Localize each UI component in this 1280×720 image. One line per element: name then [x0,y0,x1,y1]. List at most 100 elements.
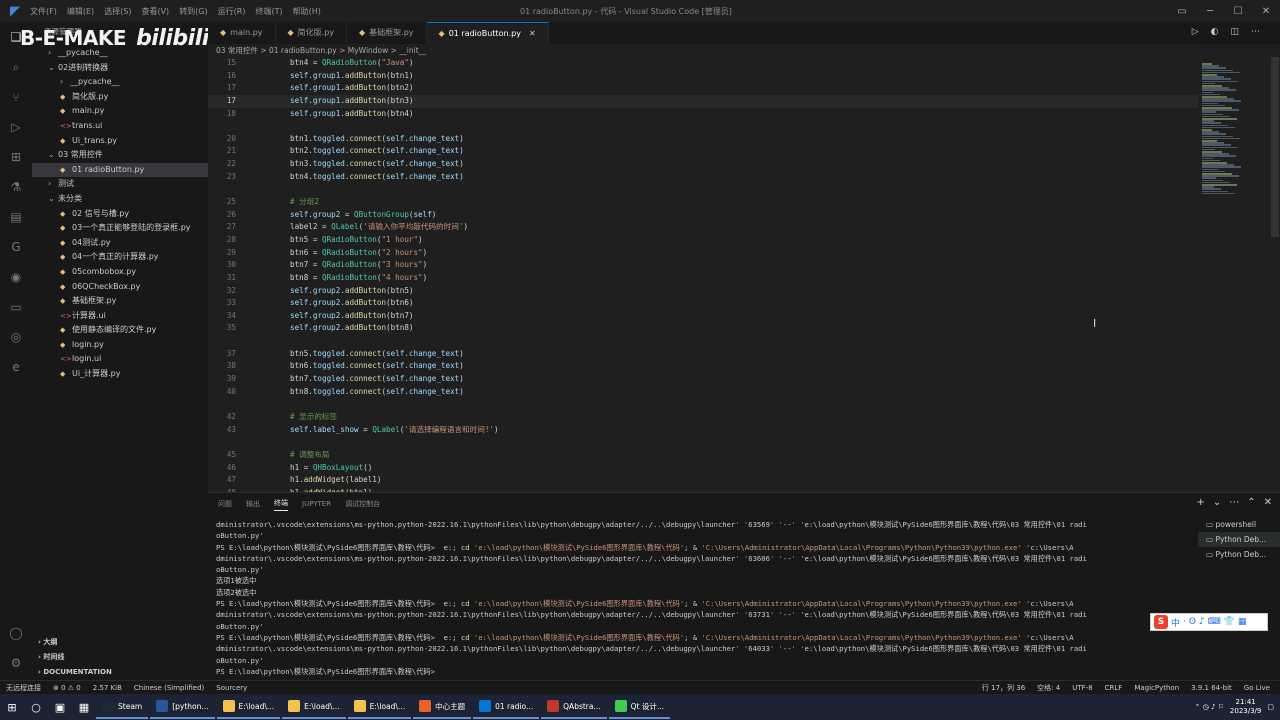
taskbar-app[interactable]: Steam [96,695,149,719]
tree-item[interactable]: ◆ main.py [32,104,208,119]
code-line[interactable]: 17 self.group1.addButton(btn3) [208,94,1198,108]
tree-item[interactable]: › 测试 [32,177,208,192]
ime-item[interactable]: · [1183,617,1186,627]
terminal-output[interactable]: dministrator\.vscode\extensions\ms-pytho… [216,519,1186,677]
minimap[interactable] [1198,57,1270,492]
grid-icon[interactable]: ▦ [1238,617,1247,627]
code-line[interactable]: 16 self.group1.addButton(btn1) [208,70,1198,83]
close-panel-icon[interactable]: ✕ [1264,497,1272,508]
github-icon[interactable]: ◉ [7,268,25,286]
menu-item[interactable]: 选择(S) [104,6,131,17]
code-line[interactable] [208,398,1198,411]
keyboard-icon[interactable]: ⌨ [1208,617,1221,627]
run-debug-icon[interactable]: ▷ [7,118,25,136]
account-icon[interactable]: ◯ [7,624,25,642]
tree-item[interactable]: ◆ 02 信号与槽.py [32,207,208,222]
code-line[interactable]: 21 btn2.toggled.connect(self.change_text) [208,145,1198,158]
code-line[interactable] [208,335,1198,348]
code-line[interactable]: 20 btn1.toggled.connect(self.change_text) [208,133,1198,146]
tree-item[interactable]: ⌄ 未分类 [32,192,208,207]
tree-item[interactable]: ◆ 04一个真正的计算器.py [32,250,208,265]
windows-start-icon[interactable]: ⊞ [0,695,24,719]
search-icon[interactable]: ⌕ [7,58,25,76]
clock[interactable]: 21:41 2023/3/9 [1230,698,1261,716]
taskbar-app[interactable]: Qt 设计... [608,695,671,719]
tree-item[interactable]: ⌄ 03 常用控件 [32,148,208,163]
code-line[interactable]: 29 btn6 = QRadioButton("2 hours") [208,247,1198,260]
new-terminal-icon[interactable]: + [1196,497,1204,508]
status-item[interactable]: 2.57 KiB [93,681,122,695]
panel-tab[interactable]: 输出 [246,499,260,509]
breadcrumb[interactable]: 03 常用控件 > 01 radioButton.py > MyWindow >… [208,44,1198,57]
tray-icons[interactable]: ⌃ ◷ ♪ ⚐ [1195,703,1224,711]
code-line[interactable]: 39 btn7.toggled.connect(self.change_text) [208,373,1198,386]
sidebar-section[interactable]: › 时间线 [32,650,208,665]
scrollbar-thumb[interactable] [1271,57,1279,237]
remote-icon[interactable]: ◎ [7,328,25,346]
editor-tab[interactable]: ◆ 基础框架.py [347,22,427,44]
taskbar-app[interactable]: 中心主题 [413,695,472,719]
ime-item[interactable]: 中 [1171,616,1180,629]
status-item[interactable]: ⊗ 0 ⚠ 0 [53,681,81,695]
code-line[interactable]: 33 self.group2.addButton(btn6) [208,297,1198,310]
code-line[interactable]: 22 btn3.toggled.connect(self.change_text) [208,158,1198,171]
notification-icon[interactable]: ▢ [1267,703,1274,711]
code-line[interactable]: 28 btn5 = QRadioButton("1 hour") [208,234,1198,247]
tree-item[interactable]: ◆ Ui_trans.py [32,134,208,149]
status-item[interactable]: Sourcery [216,681,247,695]
code-line[interactable]: 26 self.group2 = QButtonGroup(self) [208,209,1198,222]
code-line[interactable] [208,120,1198,133]
panel-tab[interactable]: 问题 [218,499,232,509]
code-line[interactable] [208,183,1198,196]
editor-tab[interactable]: ◆ 01 radioButton.py ✕ [426,22,549,44]
panel-tab[interactable]: JUPYTER [302,500,331,508]
taskbar-app[interactable]: [python... [150,695,215,719]
code-line[interactable]: 18 self.group1.addButton(btn4) [208,108,1198,121]
notebook-icon[interactable]: ▤ [7,208,25,226]
tree-item[interactable]: ◆ 06QCheckBox.py [32,280,208,295]
terminal-instance[interactable]: ▭ Python Deb... [1198,547,1280,562]
ime-toolbar[interactable]: S 中 · ʘ ♪ ⌨ 👕 ▦ [1150,613,1268,631]
taskbar-app[interactable]: 01 radio... [473,695,540,719]
sidebar-section[interactable]: › DOCUMENTATION [32,665,208,680]
menu-item[interactable]: 文件(F) [30,6,57,17]
menu-item[interactable]: 运行(R) [218,6,246,17]
tree-item[interactable]: ◆ 03一个真正能够登陆的登录框.py [32,221,208,236]
tree-item[interactable]: <>计算器.ui [32,309,208,324]
folder-icon[interactable]: ▭ [7,298,25,316]
app-icon[interactable]: ▦ [72,695,96,719]
settings-gear-icon[interactable]: ⚙ [7,654,25,672]
minimize-icon[interactable]: ─ [1196,0,1224,22]
terminal-instance[interactable]: ▭ Python Deb... [1198,532,1280,547]
tree-item[interactable]: ◆ 01 radioButton.py [32,162,208,178]
tree-item[interactable]: ◆ Ui_计算器.py [32,367,208,382]
tree-item[interactable]: ⌄ 02进制转换器 [32,61,208,76]
code-line[interactable]: 23 btn4.toggled.connect(self.change_text) [208,171,1198,184]
code-line[interactable]: 25 # 分组2 [208,196,1198,209]
code-line[interactable]: 43 self.label_show = QLabel('请选择编程语言和时间!'… [208,424,1198,437]
code-line[interactable]: 40 btn8.toggled.connect(self.change_text) [208,386,1198,399]
code-line[interactable]: 30 btn7 = QRadioButton("3 hours") [208,259,1198,272]
close-icon[interactable]: ✕ [1252,0,1280,22]
panel-tab[interactable]: 调试控制台 [345,499,380,509]
code-line[interactable]: 31 btn8 = QRadioButton("4 hours") [208,272,1198,285]
menu-item[interactable]: 编辑(E) [67,6,94,17]
code-line[interactable]: 35 self.group2.addButton(btn8) [208,322,1198,335]
code-line[interactable]: 38 btn6.toggled.connect(self.change_text) [208,360,1198,373]
code-line[interactable]: 37 btn5.toggled.connect(self.change_text) [208,348,1198,361]
menu-item[interactable]: 终端(T) [255,6,282,17]
status-item[interactable]: Go Live [1244,681,1270,695]
status-item[interactable]: 3.9.1 64-bit [1191,681,1232,695]
status-item[interactable]: 无远程连接 [6,681,41,695]
editor-scrollbar[interactable] [1270,57,1280,492]
source-control-icon[interactable]: ⑂ [7,88,25,106]
taskbar-app[interactable]: QAbstra... [541,695,607,719]
more-icon[interactable]: ⋯ [1251,27,1260,37]
tree-item[interactable]: ◆ login.py [32,338,208,353]
code-line[interactable]: 47 h1.addWidget(label1) [208,474,1198,487]
tree-item[interactable]: <>trans.ui [32,119,208,134]
code-line[interactable]: 46 h1 = QHBoxLayout() [208,462,1198,475]
tree-item[interactable]: › __pycache__ [32,75,208,90]
code-line[interactable] [208,436,1198,449]
status-item[interactable]: CRLF [1105,681,1123,695]
